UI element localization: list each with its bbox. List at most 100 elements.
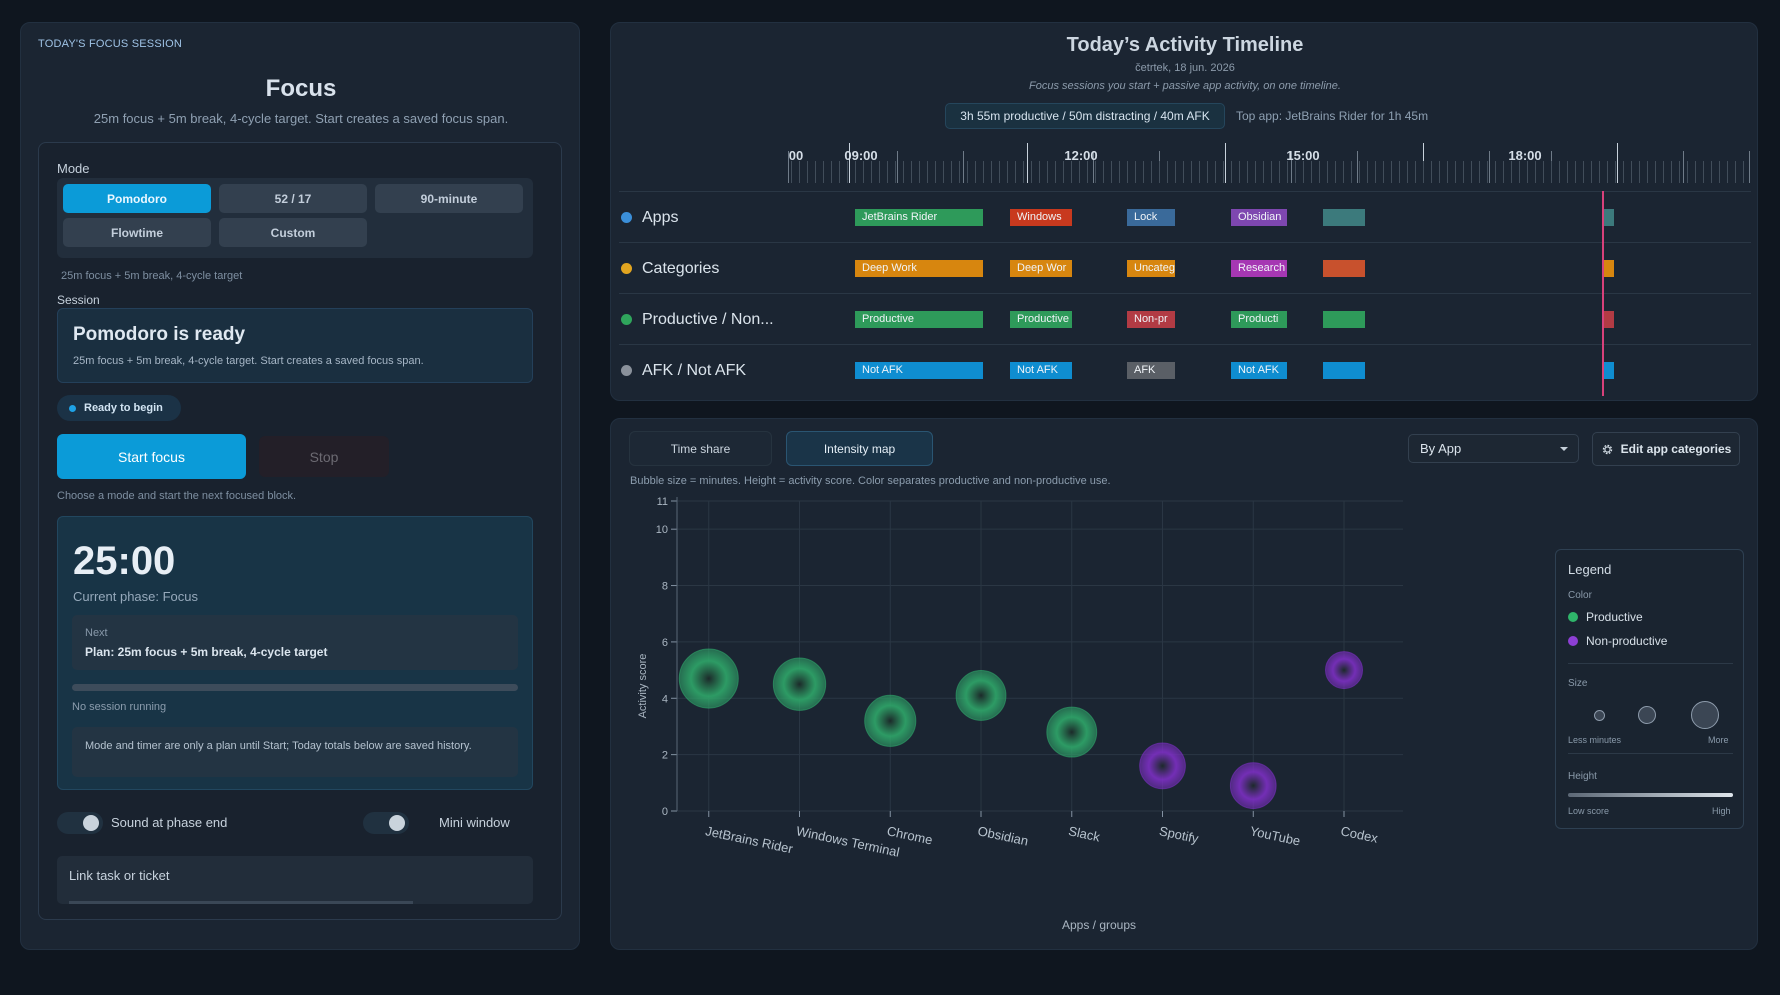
axis-minor-tick (975, 161, 976, 183)
stop-button[interactable]: Stop (259, 436, 389, 477)
timeline-segment[interactable]: Research (1231, 260, 1287, 277)
bubble-jetbrains-rider[interactable] (678, 648, 739, 709)
next-plan-card: Next Plan: 25m focus + 5m break, 4-cycle… (72, 615, 518, 670)
axis-minor-tick (1255, 161, 1256, 183)
timeline-segment[interactable] (1603, 362, 1614, 379)
start-hint: Choose a mode and start the next focused… (57, 490, 297, 502)
axis-minor-tick (903, 161, 904, 183)
axis-minor-tick (1687, 161, 1688, 183)
timeline-segment[interactable]: Deep Work (855, 260, 983, 277)
timeline-segment[interactable]: Not AFK (1010, 362, 1072, 379)
legend-title: Legend (1568, 562, 1612, 577)
link-task-field[interactable]: Link task or ticket (57, 856, 533, 904)
summary-badge: 3h 55m productive / 50m distracting / 40… (945, 103, 1225, 129)
mode-label: Mode (57, 161, 90, 176)
axis-minor-tick (1247, 161, 1248, 183)
bubble-spotify[interactable] (1139, 742, 1186, 790)
next-plan-text: Plan: 25m focus + 5m break, 4-cycle targ… (85, 645, 328, 659)
timeline-segment[interactable]: JetBrains Rider (855, 209, 983, 226)
timeline-row-label: Apps (619, 192, 678, 243)
timeline-segment[interactable] (1603, 209, 1614, 226)
axis-minor-tick (1335, 161, 1336, 183)
timeline-row-label: Productive / Non... (619, 294, 774, 345)
axis-minor-tick (1375, 161, 1376, 183)
start-focus-button[interactable]: Start focus (57, 434, 246, 479)
timeline-segment[interactable]: Deep Wor (1010, 260, 1072, 277)
timeline-segment[interactable]: Obsidian (1231, 209, 1287, 226)
timer-card: 25:00 Current phase: Focus Next Plan: 25… (57, 516, 533, 790)
mode-90-minute-button[interactable]: 90-minute (375, 184, 523, 213)
timeline-segment[interactable] (1323, 209, 1365, 226)
y-tick-label: 4 (662, 693, 668, 705)
timeline-segment[interactable]: Windows (1010, 209, 1072, 226)
timeline-row-name: AFK / Not AFK (642, 361, 747, 379)
mode-pomodoro-button[interactable]: Pomodoro (63, 184, 211, 213)
axis-minor-tick (1071, 161, 1072, 183)
mode-flowtime-button[interactable]: Flowtime (63, 218, 211, 247)
timeline-segment[interactable]: Productive (1010, 311, 1072, 328)
axis-minor-tick (1655, 161, 1656, 183)
timeline-segment[interactable]: Non-pr (1127, 311, 1175, 328)
timeline-date: četrtek, 18 jun. 2026 (1135, 62, 1235, 74)
edit-app-categories-label: Edit app categories (1620, 442, 1732, 456)
bubble-obsidian[interactable] (955, 670, 1007, 721)
legend-non-productive-label: Non-productive (1586, 634, 1668, 648)
edit-app-categories-button[interactable]: Edit app categories (1592, 432, 1740, 466)
timeline-row-name: Productive / Non... (642, 310, 774, 328)
session-progress-bar (72, 684, 518, 691)
legend-low-label: Low score (1568, 806, 1610, 816)
timeline-segment[interactable]: AFK (1127, 362, 1175, 379)
focus-title: Focus (265, 75, 337, 102)
axis-minor-tick (1407, 161, 1408, 183)
timeline-panel: Today’s Activity Timeline četrtek, 18 ju… (610, 22, 1758, 401)
axis-tick (1357, 151, 1358, 183)
mode-custom-button[interactable]: Custom (219, 218, 367, 247)
bubble-youtube[interactable] (1229, 762, 1277, 809)
mode-52-17-button[interactable]: 52 / 17 (219, 184, 367, 213)
timeline-segment[interactable]: Lock (1127, 209, 1175, 226)
axis-minor-tick (1031, 161, 1032, 183)
bubble-slack[interactable] (1046, 706, 1098, 758)
no-session-text: No session running (72, 701, 167, 713)
axis-minor-tick (1383, 161, 1384, 183)
timeline-segment[interactable] (1323, 260, 1365, 277)
axis-minor-tick (1319, 161, 1320, 183)
axis-minor-tick (1359, 161, 1360, 183)
bubble-windows-terminal[interactable] (772, 657, 827, 711)
bubble-codex[interactable] (1325, 651, 1364, 690)
axis-minor-tick (1207, 161, 1208, 183)
timer-display: 25:00 (73, 539, 176, 583)
axis-minor-tick (815, 161, 816, 183)
axis-minor-tick (1695, 161, 1696, 183)
axis-minor-tick (1487, 161, 1488, 183)
legend-high-label: High (1712, 806, 1731, 816)
timeline-segment[interactable]: Producti (1231, 311, 1287, 328)
axis-minor-tick (919, 161, 920, 183)
legend-productive: Productive (1568, 610, 1643, 624)
timeline-segment[interactable]: Not AFK (1231, 362, 1287, 379)
axis-minor-tick (1647, 161, 1648, 183)
axis-minor-tick (1239, 161, 1240, 183)
timeline-segment[interactable] (1603, 311, 1614, 328)
axis-minor-tick (1599, 161, 1600, 183)
timeline-segment[interactable]: Productive (855, 311, 983, 328)
timeline-segment[interactable] (1323, 311, 1365, 328)
mini-window-toggle[interactable] (363, 812, 409, 834)
timeline-segment[interactable] (1603, 260, 1614, 277)
intensity-bubble-chart: 0 2 4 6 8 10 11 JetBrains Rider Windows Terminal… (637, 496, 1403, 932)
timeline-segment[interactable]: Uncateg (1127, 260, 1175, 277)
axis-tick (1617, 143, 1618, 183)
timeline-segment[interactable] (1323, 362, 1365, 379)
bubble-chrome[interactable] (864, 694, 917, 747)
session-label: Session (57, 293, 100, 307)
legend-more-label: More (1708, 735, 1729, 745)
focus-subtitle: 25m focus + 5m break, 4-cycle target. St… (93, 111, 509, 126)
axis-minor-tick (855, 161, 856, 183)
axis-minor-tick (1615, 161, 1616, 183)
sound-toggle[interactable] (57, 812, 103, 834)
axis-minor-tick (983, 161, 984, 183)
y-tick-label: 11 (657, 496, 668, 508)
plan-note: Mode and timer are only a plan until Sta… (72, 727, 518, 777)
timeline-row-name: Apps (642, 208, 679, 226)
timeline-segment[interactable]: Not AFK (855, 362, 983, 379)
